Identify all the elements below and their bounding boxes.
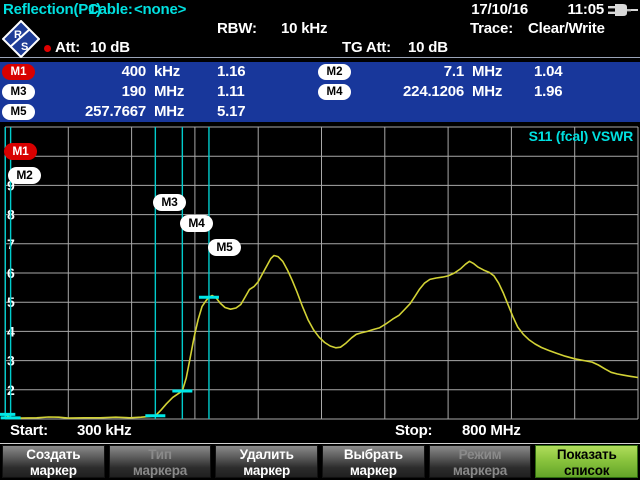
stop-label: Stop: [395, 422, 432, 439]
marker-unit: MHz [154, 83, 184, 100]
chart-marker-badge-m5[interactable]: M5 [208, 239, 241, 256]
softkey-label: маркера [110, 463, 211, 479]
marker-vswr: 1.96 [534, 83, 562, 100]
softkey-label: список [536, 463, 637, 479]
marker-freq: 400 [40, 63, 146, 80]
marker-vswr: 5.17 [217, 103, 245, 120]
marker-unit: kHz [154, 63, 180, 80]
marker-row-m3: M3 190 MHz 1.11 [2, 82, 318, 102]
rbw-label: RBW: [217, 20, 257, 37]
softkey-label: маркер [3, 463, 104, 479]
trace-label: Trace: [470, 20, 513, 37]
softkey-delete-marker[interactable]: Удалить маркер [215, 445, 318, 478]
softkey-marker-type[interactable]: Тип маркера [109, 445, 212, 478]
chart-marker-badge-m3[interactable]: M3 [153, 194, 186, 211]
softkey-label: маркера [430, 463, 531, 479]
start-value: 300 kHz [77, 422, 131, 439]
marker-badge-m1: M1 [2, 64, 35, 80]
marker-badge-m5: M5 [2, 104, 35, 120]
stop-value: 800 MHz [462, 422, 521, 439]
marker-unit: MHz [472, 63, 502, 80]
title-bar: Reflection(P1) Cable: <none> 17/10/16 11… [0, 1, 640, 19]
trace-mode-label: S11 (fcal) VSWR [529, 128, 633, 144]
marker-freq: 257.7667 [40, 103, 146, 120]
softkey-marker-mode[interactable]: Режим маркера [429, 445, 532, 478]
tg-att-value: 10 dB [408, 39, 448, 56]
tg-att-label: TG Att: [342, 39, 391, 56]
softkey-label: Выбрать [323, 447, 424, 463]
date-text: 17/10/16 [471, 1, 528, 18]
marker-badge-m3: M3 [2, 84, 35, 100]
rohde-schwarz-logo: R S [2, 20, 40, 58]
marker-table-right: M2 7.1 MHz 1.04 M4 224.1206 MHz 1.96 [318, 62, 640, 102]
marker-row-m4: M4 224.1206 MHz 1.96 [318, 82, 640, 102]
softkey-label: маркер [216, 463, 317, 479]
marker-unit: MHz [472, 83, 502, 100]
ac-plug-icon [608, 3, 638, 17]
header-row-rbw: RBW: 10 kHz Trace: Clear/Write [0, 20, 640, 38]
marker-vswr: 1.04 [534, 63, 562, 80]
marker-table: M1 400 kHz 1.16 M3 190 MHz 1.11 M5 257.7… [0, 62, 640, 122]
chart-svg: 23456789 [0, 122, 640, 443]
softkey-label: маркер [323, 463, 424, 479]
softkey-label: Создать [3, 447, 104, 463]
marker-vswr: 1.16 [217, 63, 245, 80]
softkey-label: Удалить [216, 447, 317, 463]
marker-badge-m2: M2 [318, 64, 351, 80]
chart-marker-badge-m2[interactable]: M2 [8, 167, 41, 184]
marker-badge-m4: M4 [318, 84, 351, 100]
header: Reflection(P1) Cable: <none> 17/10/16 11… [0, 0, 640, 58]
att-label: Att: [55, 39, 80, 56]
analyzer-screen: Reflection(P1) Cable: <none> 17/10/16 11… [0, 0, 640, 480]
cable-label: Cable: [88, 1, 133, 18]
softkey-bar: Создать маркер Тип маркера Удалить марке… [0, 443, 640, 480]
marker-unit: MHz [154, 103, 184, 120]
marker-row-m5: M5 257.7667 MHz 5.17 [2, 102, 318, 122]
att-indicator-dot [44, 45, 51, 52]
softkey-label: Показать [536, 447, 637, 463]
measurement-title: Reflection(P1) [3, 1, 101, 18]
header-row-att: Att: 10 dB TG Att: 10 dB [0, 39, 640, 57]
chart-marker-badge-m1[interactable]: M1 [4, 143, 37, 160]
chart: 23456789 M1 M2 M3 M4 M5 S11 (fcal) VSWR Star… [0, 122, 640, 443]
svg-text:S: S [21, 41, 28, 53]
att-value: 10 dB [90, 39, 130, 56]
svg-text:R: R [14, 29, 22, 41]
softkey-label: Тип [110, 447, 211, 463]
marker-vswr: 1.11 [217, 83, 245, 100]
softkey-select-marker[interactable]: Выбрать маркер [322, 445, 425, 478]
marker-freq: 224.1206 [356, 83, 464, 100]
trace-value: Clear/Write [528, 20, 605, 37]
rbw-value: 10 kHz [281, 20, 327, 37]
cable-value: <none> [134, 1, 186, 18]
softkey-create-marker[interactable]: Создать маркер [2, 445, 105, 478]
marker-row-m2: M2 7.1 MHz 1.04 [318, 62, 640, 82]
time-text: 11:05 [567, 1, 604, 18]
start-label: Start: [10, 422, 48, 439]
marker-table-left: M1 400 kHz 1.16 M3 190 MHz 1.11 M5 257.7… [2, 62, 318, 122]
marker-freq: 7.1 [356, 63, 464, 80]
chart-marker-badge-m4[interactable]: M4 [180, 215, 213, 232]
marker-row-m1: M1 400 kHz 1.16 [2, 62, 318, 82]
softkey-label: Режим [430, 447, 531, 463]
softkey-show-list[interactable]: Показать список [535, 445, 638, 478]
marker-freq: 190 [40, 83, 146, 100]
